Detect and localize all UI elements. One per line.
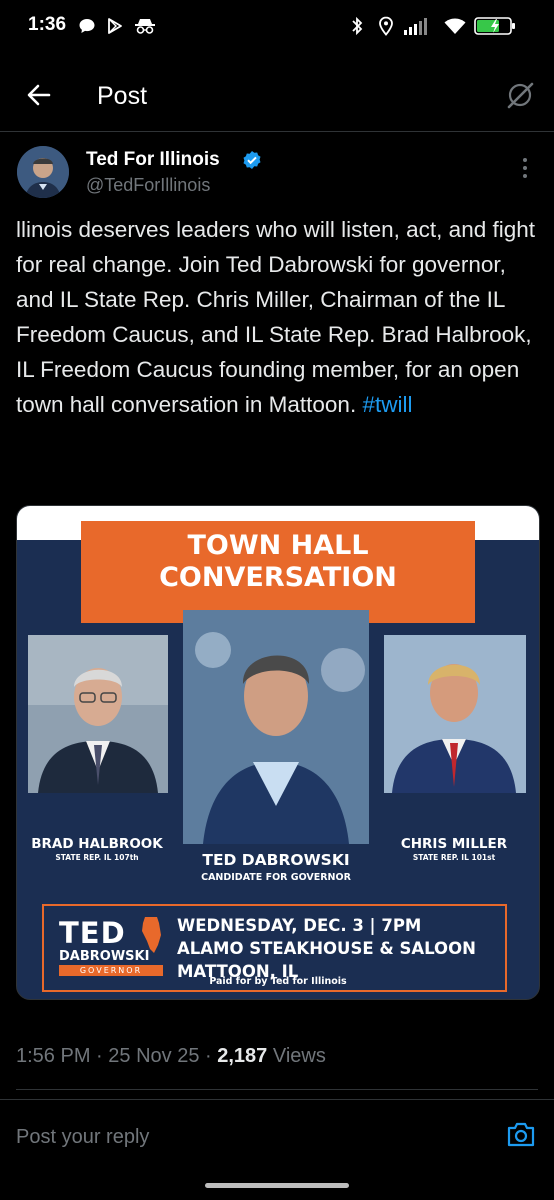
photo-chris-miller <box>384 635 526 793</box>
logo-governor: GOVERNOR <box>79 966 143 975</box>
post-meta: 1:56 PM · 25 Nov 25 · 2,187 Views <box>16 1045 326 1068</box>
caption-center-title: CANDIDATE FOR GOVERNOR <box>201 872 351 883</box>
author-handle[interactable]: @TedForIllinois <box>86 175 210 196</box>
chat-bubble-icon <box>78 16 96 36</box>
header-divider <box>0 131 554 132</box>
views-count[interactable]: 2,187 <box>217 1045 267 1067</box>
incognito-icon <box>134 16 156 36</box>
grok-icon[interactable] <box>503 78 537 112</box>
meta-divider <box>16 1089 538 1090</box>
event-date: WEDNESDAY, DEC. 3 | 7PM <box>177 916 422 935</box>
caption-left-name: BRAD HALBROOK <box>31 836 163 852</box>
avatar[interactable] <box>17 146 69 198</box>
signal-icon <box>404 16 438 36</box>
camera-icon[interactable] <box>506 1120 536 1148</box>
flyer-banner-line1: TOWN HALL <box>187 530 369 561</box>
reply-input[interactable] <box>16 1123 466 1151</box>
verified-badge-icon[interactable] <box>242 150 262 170</box>
caption-right-name: CHRIS MILLER <box>400 836 508 852</box>
paid-for-disclaimer: Paid for by Ted for Illinois <box>209 976 347 987</box>
post-image[interactable]: TOWN HALL CONVERSATION BRAD HALBROOK STA… <box>16 505 540 1000</box>
caption-right-title: STATE REP. IL 101st <box>412 853 496 862</box>
logo-ted: TED <box>59 916 126 950</box>
wifi-icon <box>444 16 466 36</box>
views-label: Views <box>272 1045 326 1067</box>
flyer-banner-line2: CONVERSATION <box>159 562 397 593</box>
post-date: 25 Nov 25 <box>108 1045 200 1067</box>
logo-dabrowski: DABROWSKI <box>59 949 150 964</box>
home-indicator[interactable] <box>205 1183 349 1188</box>
bluetooth-icon <box>350 16 364 36</box>
location-icon <box>378 16 394 36</box>
photo-brad-halbrook <box>28 635 168 793</box>
hashtag-link[interactable]: #twill <box>362 392 412 417</box>
status-time: 1:36 <box>28 14 67 35</box>
meta-separator: · <box>205 1045 212 1067</box>
battery-charging-icon <box>474 16 518 36</box>
meta-separator: · <box>96 1045 103 1067</box>
post-body: llinois deserves leaders who will listen… <box>16 217 536 417</box>
more-options-icon[interactable] <box>517 155 533 181</box>
author-name[interactable]: Ted For Illinois <box>86 149 220 171</box>
flyer-banner-text: TOWN HALL CONVERSATION <box>81 530 475 594</box>
caption-center-name: TED DABROWSKI <box>202 851 350 869</box>
caption-left-title: STATE REP. IL 107th <box>55 853 139 862</box>
post-time: 1:56 PM <box>16 1045 91 1067</box>
page-title: Post <box>97 82 148 110</box>
event-venue: ALAMO STEAKHOUSE & SALOON <box>177 939 476 958</box>
play-store-icon <box>106 16 124 36</box>
photo-ted-dabrowski <box>183 610 369 844</box>
post-text: llinois deserves leaders who will listen… <box>16 212 536 422</box>
back-arrow-icon[interactable] <box>22 78 56 112</box>
